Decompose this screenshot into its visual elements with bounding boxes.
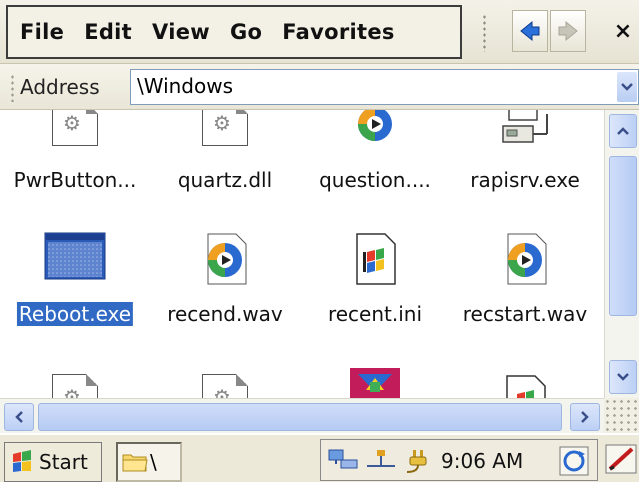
file-label: recent.ini bbox=[327, 302, 423, 326]
dll-file-icon: ⚙ bbox=[202, 110, 248, 146]
menu-file[interactable]: File bbox=[8, 20, 74, 44]
chevron-up-icon bbox=[617, 127, 629, 135]
system-tray: 9:06 AM bbox=[320, 439, 598, 481]
vertical-scroll-thumb[interactable] bbox=[609, 156, 637, 316]
window-app-icon bbox=[44, 232, 106, 284]
list-item[interactable] bbox=[300, 366, 450, 398]
file-label: PwrButton... bbox=[13, 168, 137, 192]
list-item-selected[interactable]: Reboot.exe bbox=[0, 228, 150, 338]
menu-edit[interactable]: Edit bbox=[74, 20, 142, 44]
menu-go[interactable]: Go bbox=[220, 20, 272, 44]
forward-arrow-icon bbox=[558, 20, 578, 42]
clock[interactable]: 9:06 AM bbox=[441, 449, 523, 473]
scroll-down-button[interactable] bbox=[609, 360, 637, 394]
dll-file-icon: ⚙ bbox=[202, 374, 248, 398]
menu-favorites[interactable]: Favorites bbox=[272, 20, 404, 44]
start-label: Start bbox=[39, 450, 88, 474]
task-label: \ bbox=[150, 450, 157, 474]
list-item[interactable]: recend.wav bbox=[150, 228, 300, 338]
menu-view[interactable]: View bbox=[142, 20, 220, 44]
list-item[interactable]: question.... bbox=[300, 110, 450, 200]
list-item[interactable]: ⚙ bbox=[150, 366, 300, 398]
dll-file-icon: ⚙ bbox=[52, 374, 98, 398]
back-button[interactable] bbox=[512, 10, 548, 52]
menu-bar: File Edit View Go Favorites × bbox=[0, 0, 639, 64]
resize-grip[interactable] bbox=[604, 398, 639, 433]
chevron-down-icon bbox=[617, 373, 629, 381]
file-label: recend.wav bbox=[167, 302, 283, 326]
horizontal-scroll-thumb[interactable] bbox=[38, 403, 562, 431]
taskbar: Start \ 9:06 AM bbox=[0, 433, 639, 482]
address-grip[interactable] bbox=[10, 74, 16, 102]
scroll-up-button[interactable] bbox=[609, 114, 637, 148]
sync-icon[interactable] bbox=[559, 446, 589, 480]
list-item[interactable]: ⚙ quartz.dll bbox=[150, 110, 300, 200]
menu-frame: File Edit View Go Favorites bbox=[6, 5, 462, 59]
address-dropdown-button[interactable] bbox=[617, 72, 637, 102]
input-panel-icon[interactable] bbox=[604, 439, 637, 481]
address-input[interactable]: \Windows bbox=[130, 69, 639, 105]
horizontal-scrollbar[interactable] bbox=[0, 398, 604, 433]
file-label: Reboot.exe bbox=[15, 301, 135, 327]
network-icon[interactable] bbox=[327, 448, 361, 476]
scroll-left-button[interactable] bbox=[4, 403, 34, 431]
list-item[interactable]: recent.ini bbox=[300, 228, 450, 338]
list-item[interactable]: ⚙ PwrButton... bbox=[0, 110, 150, 200]
address-label: Address bbox=[20, 75, 100, 99]
ini-file-icon bbox=[503, 374, 547, 398]
power-plug-icon[interactable] bbox=[403, 448, 433, 478]
folder-icon bbox=[122, 454, 148, 472]
audio-file-icon bbox=[500, 232, 550, 290]
file-label: recstart.wav bbox=[462, 302, 588, 326]
media-file-icon bbox=[350, 110, 400, 152]
file-label: question.... bbox=[319, 168, 431, 192]
app-logo-icon bbox=[348, 368, 402, 398]
vertical-scrollbar[interactable] bbox=[604, 110, 639, 398]
chevron-right-icon bbox=[581, 411, 589, 423]
scroll-right-button[interactable] bbox=[570, 403, 600, 431]
list-item[interactable]: rapisrv.exe bbox=[450, 110, 600, 200]
ini-file-icon bbox=[353, 232, 397, 290]
file-list: ⚙ PwrButton... ⚙ quartz.dll question.... bbox=[0, 110, 604, 398]
back-arrow-icon bbox=[520, 20, 540, 42]
chevron-down-icon bbox=[621, 83, 633, 91]
windows-flag-icon bbox=[13, 450, 31, 472]
file-label: rapisrv.exe bbox=[470, 168, 580, 192]
toolbar-grip[interactable] bbox=[482, 14, 488, 52]
close-button[interactable]: × bbox=[607, 8, 639, 54]
chevron-left-icon bbox=[15, 411, 23, 423]
list-item[interactable]: recstart.wav bbox=[450, 228, 600, 338]
audio-file-icon bbox=[200, 232, 250, 290]
address-bar: Address \Windows bbox=[0, 64, 639, 110]
start-button[interactable]: Start bbox=[4, 442, 102, 482]
list-item[interactable]: ⚙ bbox=[0, 366, 150, 398]
menu-file-label: File bbox=[20, 20, 65, 44]
list-item[interactable] bbox=[450, 366, 600, 398]
exe-file-icon bbox=[497, 110, 553, 154]
usb-connection-icon[interactable] bbox=[365, 448, 397, 476]
file-label: quartz.dll bbox=[177, 168, 273, 192]
task-explorer-button[interactable]: \ bbox=[116, 442, 182, 482]
dll-file-icon: ⚙ bbox=[52, 110, 98, 146]
forward-button[interactable] bbox=[550, 10, 586, 52]
